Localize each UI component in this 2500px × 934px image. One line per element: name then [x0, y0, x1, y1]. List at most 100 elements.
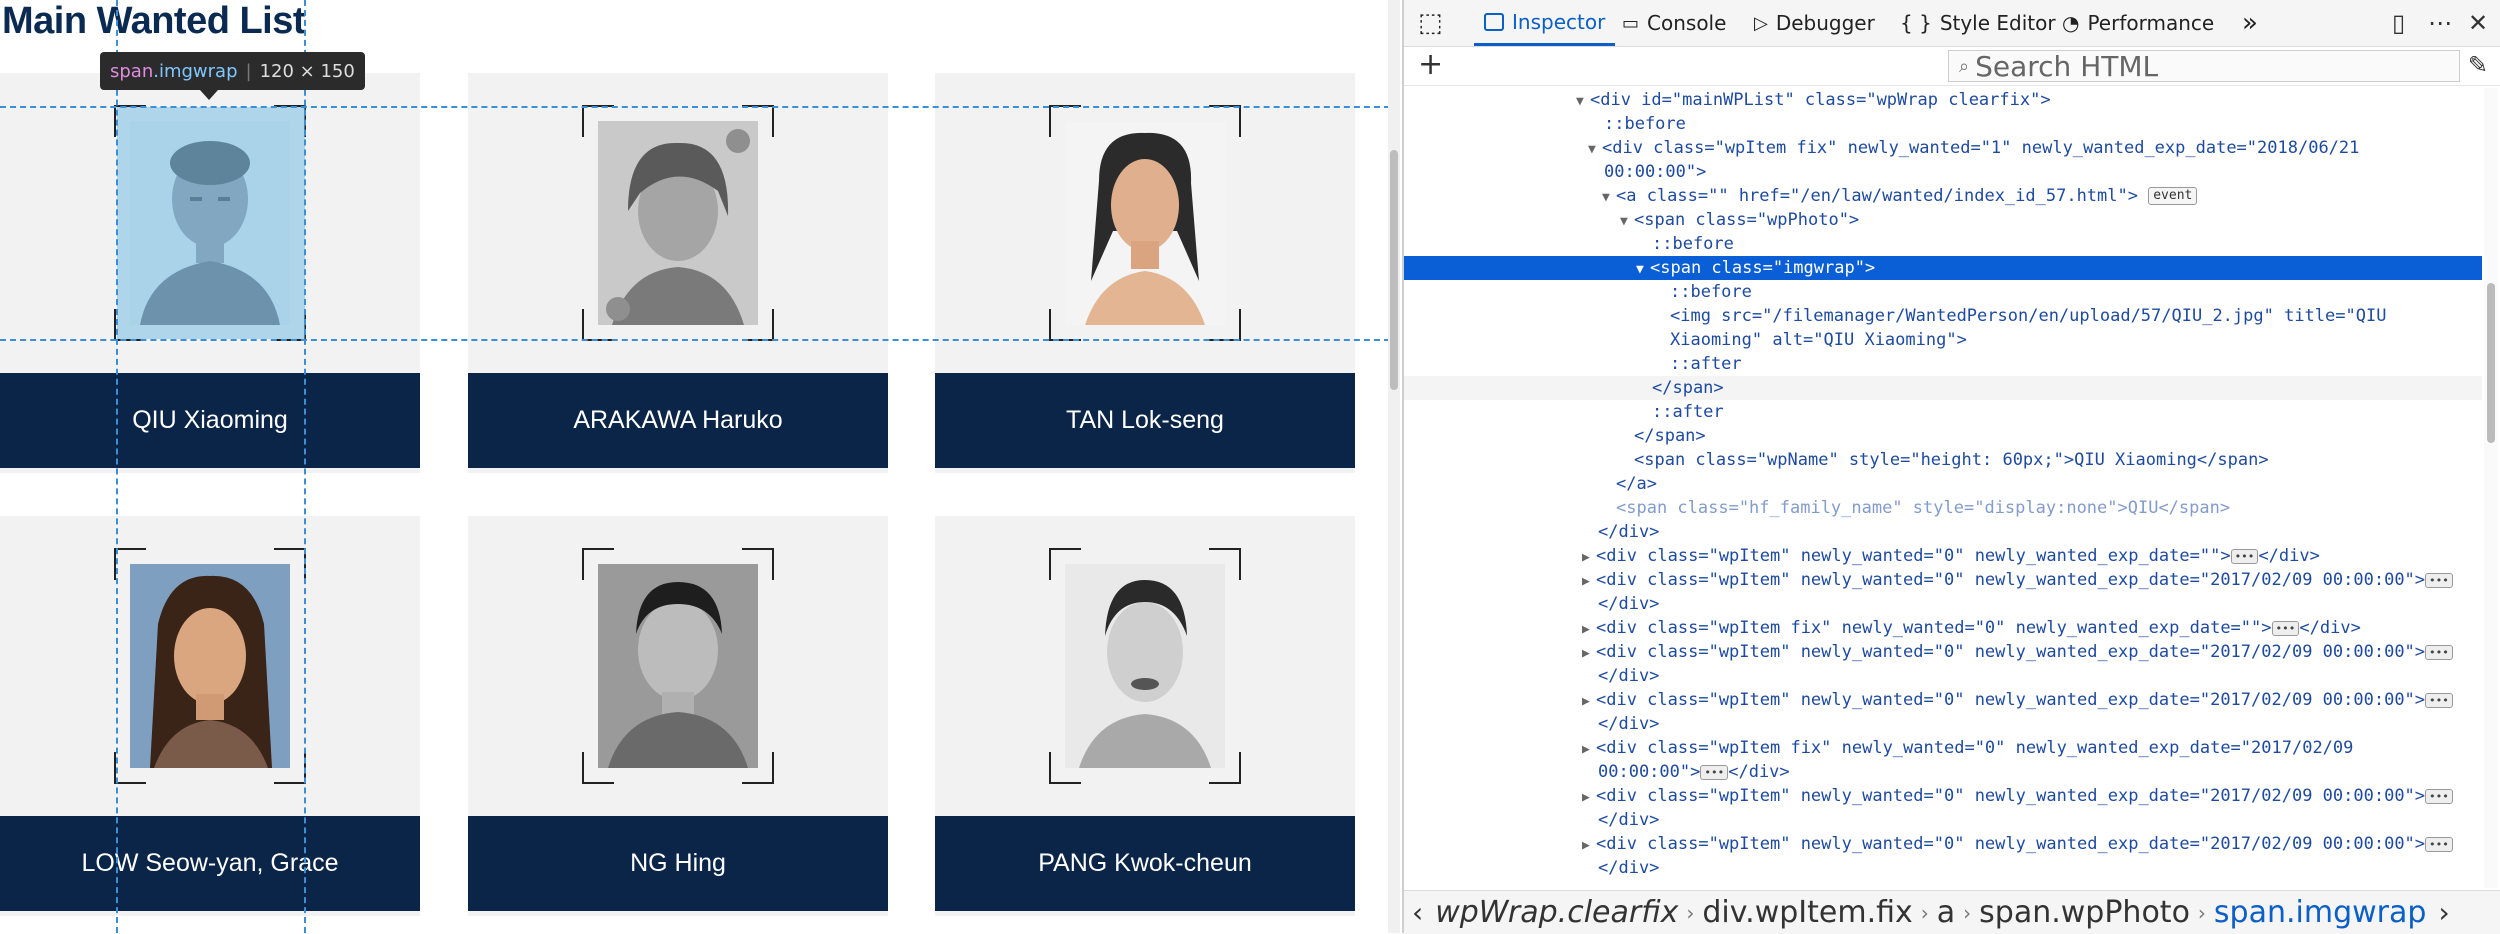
search-icon: ⌕ [1959, 55, 1970, 77]
more-options-icon[interactable]: ⋯ [2428, 0, 2452, 46]
wanted-card[interactable]: ARAKAWA Haruko [468, 73, 888, 473]
wanted-card[interactable]: PANG Kwok-cheun [935, 516, 1355, 916]
person-name[interactable]: ARAKAWA Haruko [468, 373, 888, 468]
tree-node[interactable]: 00:00:00"> [1404, 160, 2482, 184]
person-name[interactable]: LOW Seow-yan, Grace [0, 816, 420, 911]
tree-node[interactable]: 00:00:00"> ••• </div> [1404, 760, 2482, 784]
breadcrumb-item-selected[interactable]: span.imgwrap [2210, 895, 2431, 930]
tree-node[interactable]: </div> [1404, 856, 2482, 880]
chevron-left-icon[interactable]: ‹ [1404, 896, 1431, 929]
person-photo[interactable] [1065, 564, 1225, 768]
photo-area[interactable] [468, 516, 888, 816]
wanted-card[interactable]: NG Hing [468, 516, 888, 916]
markup-tree[interactable]: ▼ <div id="mainWPList" class="wpWrap clea… [1404, 88, 2482, 888]
tree-node[interactable]: ::after [1404, 352, 2482, 376]
search-input[interactable] [1975, 49, 2446, 83]
tree-node[interactable]: ▶ <div class="wpItem" newly_wanted="0" ne… [1404, 784, 2482, 808]
tree-node[interactable]: ▶ <div class="wpItem fix" newly_wanted="0… [1404, 736, 2482, 760]
photo-area[interactable] [468, 73, 888, 373]
tooltip-size: 120 × 150 [259, 60, 355, 82]
tree-node[interactable]: <span class="hf_family_name" style="disp… [1404, 496, 2482, 520]
chevron-right-icon[interactable]: › [2430, 896, 2457, 929]
guide-line [304, 0, 306, 933]
console-icon: ▭ [1622, 12, 1640, 34]
tree-node[interactable]: <span class="wpName" style="height: 60px… [1404, 448, 2482, 472]
search-html[interactable]: ⌕ [1948, 49, 2460, 83]
collapsed-dots[interactable]: ••• [2425, 836, 2453, 852]
tree-node[interactable]: </a> [1404, 472, 2482, 496]
tree-node[interactable]: ::after [1404, 400, 2482, 424]
photo-area[interactable] [0, 516, 420, 816]
tab-inspector[interactable]: Inspector [1474, 0, 1616, 46]
scrollbar-thumb[interactable] [1390, 150, 1398, 390]
event-badge[interactable]: event [2148, 187, 2198, 205]
tree-node[interactable]: ▼ <div class="wpItem fix" newly_wanted="1… [1404, 136, 2482, 160]
tree-node[interactable]: <img src="/filemanager/WantedPerson/en/u… [1404, 304, 2482, 328]
collapsed-dots[interactable]: ••• [2425, 572, 2453, 588]
tree-node[interactable]: ▶ <div class="wpItem" newly_wanted="0" ne… [1404, 688, 2482, 712]
collapsed-dots[interactable]: ••• [2271, 620, 2300, 636]
collapsed-dots[interactable]: ••• [2230, 548, 2259, 564]
breadcrumb-item[interactable]: div.wpItem.fix [1698, 895, 1916, 930]
collapsed-dots[interactable]: ••• [2425, 644, 2453, 660]
add-node-button[interactable]: + [1418, 49, 1443, 81]
inspector-highlight [117, 107, 305, 339]
person-name[interactable]: QIU Xiaoming [0, 373, 420, 468]
collapsed-dots[interactable]: ••• [1700, 764, 1729, 780]
close-icon[interactable]: ✕ [2468, 0, 2488, 46]
tab-performance[interactable]: ◔ Performance [2062, 0, 2214, 46]
wanted-card[interactable]: LOW Seow-yan, Grace [0, 516, 420, 916]
tree-node[interactable]: ::before [1404, 112, 2482, 136]
performance-icon: ◔ [2062, 11, 2080, 35]
markup-scrollbar[interactable] [2484, 88, 2498, 888]
tree-node[interactable]: ▶ <div class="wpItem" newly_wanted="0" ne… [1404, 544, 2482, 568]
tree-node[interactable]: ▶ <div class="wpItem" newly_wanted="0" ne… [1404, 568, 2482, 592]
tree-node[interactable]: ▶ <div class="wpItem" newly_wanted="0" ne… [1404, 832, 2482, 856]
person-name[interactable]: NG Hing [468, 816, 888, 911]
style-editor-icon: { } [1900, 11, 1932, 35]
inspector-tooltip: span.imgwrap | 120 × 150 [100, 52, 365, 90]
scrollbar-thumb[interactable] [2487, 283, 2495, 443]
tree-node[interactable]: </span> [1404, 424, 2482, 448]
tree-node[interactable]: Xiaoming" alt="QIU Xiaoming"> [1404, 328, 2482, 352]
tree-node[interactable]: ▶ <div class="wpItem" newly_wanted="0" ne… [1404, 640, 2482, 664]
collapsed-dots[interactable]: ••• [2425, 788, 2453, 804]
tree-node[interactable]: </div> [1404, 520, 2482, 544]
tree-node[interactable]: ▼ <span class="wpPhoto"> [1404, 208, 2482, 232]
tree-node[interactable]: ▼ <a class="" href="/en/law/wanted/index_… [1404, 184, 2482, 208]
person-name[interactable]: TAN Lok-seng [935, 373, 1355, 468]
tab-style-editor[interactable]: { } Style Editor [1900, 0, 2056, 46]
tree-node[interactable]: ▼ <div id="mainWPList" class="wpWrap clea… [1404, 88, 2482, 112]
tree-node[interactable]: ▶ <div class="wpItem fix" newly_wanted="0… [1404, 616, 2482, 640]
tree-node[interactable]: </div> [1404, 808, 2482, 832]
tree-node[interactable]: </div> [1404, 592, 2482, 616]
person-photo[interactable] [598, 121, 758, 325]
person-photo[interactable] [1065, 121, 1225, 325]
tab-console[interactable]: ▭ Console [1622, 0, 1726, 46]
breadcrumb-item[interactable]: a [1933, 895, 1959, 930]
tab-debugger[interactable]: ▷ Debugger [1754, 0, 1875, 46]
person-name[interactable]: PANG Kwok-cheun [935, 816, 1355, 911]
tree-node[interactable]: ::before [1404, 280, 2482, 304]
photo-area[interactable] [935, 73, 1355, 373]
element-picker-icon[interactable]: ⬚ [1418, 0, 1443, 46]
tree-node[interactable]: </span> [1404, 376, 2482, 400]
tabs-overflow-button[interactable]: » [2242, 0, 2258, 46]
person-photo[interactable] [130, 564, 290, 768]
breadcrumb-item[interactable]: wpWrap.clearfix [1431, 895, 1682, 930]
devtools-panel: ⬚ Inspector ▭ Console ▷ Debugger { } Style … [1402, 0, 2500, 934]
tree-node[interactable]: </div> [1404, 712, 2482, 736]
tree-node[interactable]: </div> [1404, 664, 2482, 688]
wanted-card[interactable]: TAN Lok-seng [935, 73, 1355, 473]
photo-area[interactable] [935, 516, 1355, 816]
breadcrumb-item[interactable]: span.wpPhoto [1975, 895, 2194, 930]
eyedropper-icon[interactable]: ✎ [2468, 51, 2488, 79]
page-scrollbar[interactable] [1388, 0, 1400, 933]
tooltip-arrow [200, 90, 218, 100]
tree-node-selected[interactable]: ▼ <span class="imgwrap"> [1404, 256, 2482, 280]
tree-node[interactable]: ::before [1404, 232, 2482, 256]
dock-icon[interactable]: ▯ [2392, 0, 2405, 46]
guide-line [0, 339, 1400, 341]
collapsed-dots[interactable]: ••• [2425, 692, 2453, 708]
person-photo[interactable] [598, 564, 758, 768]
